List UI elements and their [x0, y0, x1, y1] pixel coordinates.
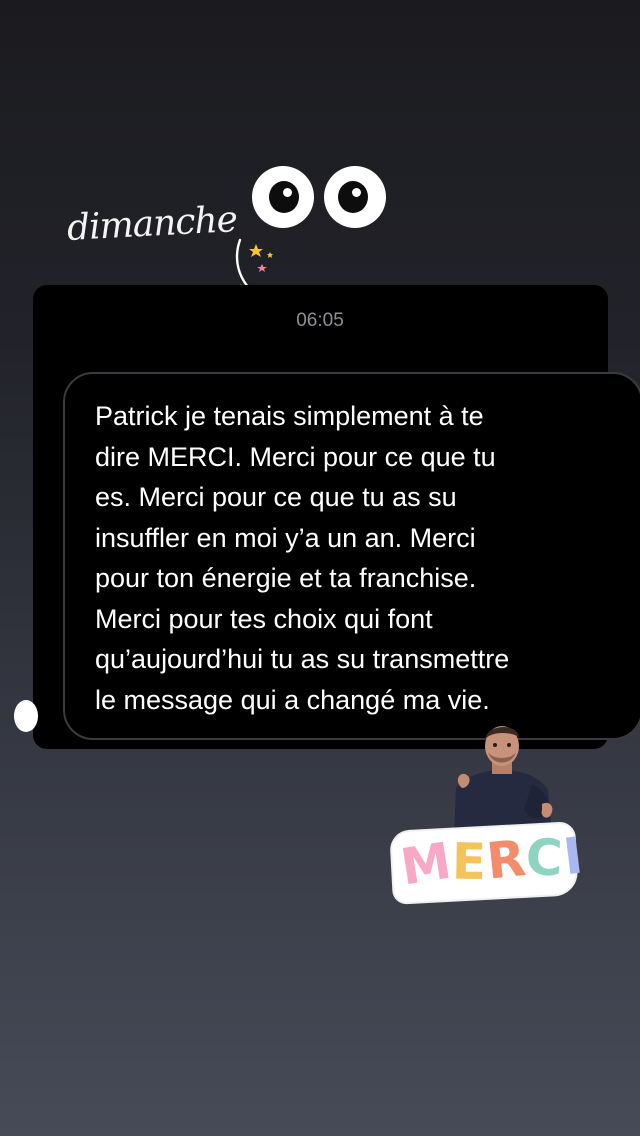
merci-letter: M	[396, 831, 456, 897]
right-eye-icon	[324, 166, 386, 228]
merci-letter: C	[525, 828, 565, 888]
man-gif-sticker[interactable]	[446, 718, 558, 836]
edge-indicator	[14, 700, 38, 732]
merci-letter: R	[483, 828, 530, 891]
merci-letter: I	[560, 826, 587, 887]
left-eye-icon	[252, 166, 314, 228]
story-frame[interactable]: dimanche 06:05 Patrick je tenais simplem…	[0, 0, 640, 1136]
merci-sticker[interactable]: MERCI	[391, 823, 587, 903]
merci-text: MERCI	[396, 826, 587, 897]
merci-letter: E	[451, 832, 488, 892]
handwritten-label[interactable]: dimanche	[66, 199, 238, 249]
message-timestamp: 06:05	[296, 310, 344, 331]
message-text: Patrick je tenais simplement à te dire M…	[95, 401, 510, 715]
eyes-sticker[interactable]	[252, 166, 388, 228]
